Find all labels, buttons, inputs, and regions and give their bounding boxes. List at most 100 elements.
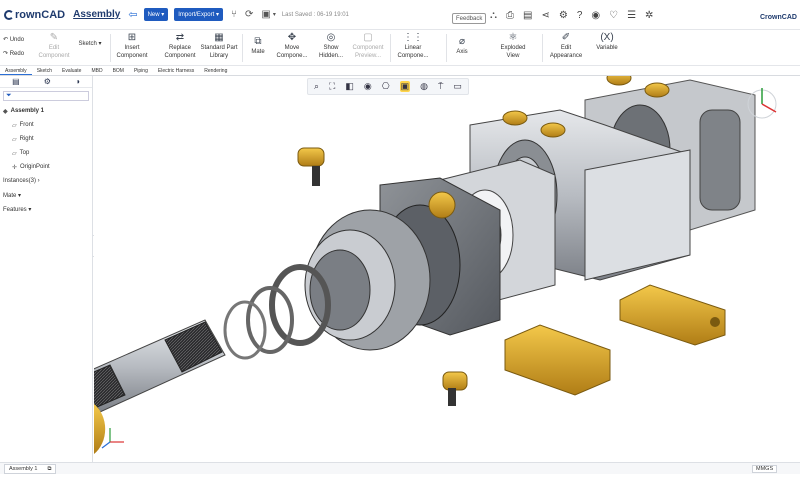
component-preview-button[interactable]: ▢ Component Preview...	[350, 32, 386, 60]
tab-assembly[interactable]: Assembly	[0, 66, 32, 75]
redo-icon: ↷	[3, 51, 10, 57]
tree-section-features[interactable]: Features ▾	[0, 202, 92, 216]
feature-tree-panel: ▤ ⚙ ◑ ⏷ ◆ Assembly 1 ▱ Front ▱ Right ▱ Top ✛…	[0, 76, 93, 462]
insert-component-button[interactable]: ⊞ Insert Component	[113, 32, 151, 60]
brand-small[interactable]: CrownCAD	[760, 14, 797, 21]
mate-button[interactable]: ⧉ Mate	[246, 36, 270, 56]
variable-button[interactable]: (X) Variable	[592, 32, 622, 52]
light-icon[interactable]: ◍	[420, 81, 428, 92]
tree-section-instances[interactable]: Instances(3) ›	[0, 174, 92, 188]
tree-root-assembly[interactable]: ◆ Assembly 1	[0, 104, 92, 118]
plane-icon: ▱	[12, 122, 17, 129]
undo-button[interactable]: ↶ Undo	[3, 33, 24, 47]
replace-icon: ⇄	[175, 32, 185, 43]
tab-electric-harness[interactable]: Electric Harness	[153, 66, 199, 75]
tool-icon[interactable]: ⍑	[438, 81, 443, 92]
library-icon: ▦	[214, 32, 224, 43]
footer-strip	[0, 474, 800, 500]
list-icon[interactable]: ☰	[627, 10, 636, 21]
network-icon[interactable]: ⛬	[490, 10, 497, 21]
linear-pattern-icon: ⋮⋮	[403, 32, 423, 43]
palette-icon[interactable]: ◉	[591, 10, 600, 21]
units-selector[interactable]: MMGS	[752, 465, 778, 473]
like-icon[interactable]: ♡	[609, 10, 618, 21]
exploded-view-button[interactable]: ⚛ Exploded View	[496, 32, 530, 60]
save-icon[interactable]: ▣	[261, 9, 270, 20]
show-hidden-button[interactable]: ◎ Show Hidden...	[314, 32, 348, 60]
edit-component-button[interactable]: ✎ Edit Component	[38, 32, 70, 60]
mate-icon: ⧉	[254, 36, 262, 47]
copy-tab-icon[interactable]: ⧉	[47, 466, 51, 473]
tree-item-front[interactable]: ▱ Front	[0, 118, 92, 132]
tab-sketch[interactable]: Sketch	[32, 66, 57, 75]
tab-bom[interactable]: BOM	[108, 66, 129, 75]
3d-viewport[interactable]: ⌕ ⛶ ◧ ◉ ⎔ ▣ ◍ ⍑ ▭	[94, 76, 800, 462]
display-style-icon[interactable]: ◉	[364, 81, 372, 92]
tab-piping[interactable]: Piping	[129, 66, 153, 75]
variable-icon: (X)	[600, 32, 614, 43]
section-view-icon[interactable]: ⎔	[382, 81, 390, 92]
tree-section-mate[interactable]: Mate ▾	[0, 188, 92, 202]
ribbon: ↶ Undo ↷ Redo ✎ Edit Component Sketch ▾ ⊞…	[0, 30, 800, 66]
image-icon[interactable]: ▤	[523, 10, 532, 21]
linear-component-button[interactable]: ⋮⋮ Linear Compone...	[394, 32, 432, 60]
document-tab[interactable]: Assembly 1 ⧉	[4, 464, 57, 474]
edit-component-icon: ✎	[49, 32, 59, 43]
origin-icon: ✛	[12, 164, 18, 171]
thumb-screw-3[interactable]	[428, 191, 456, 219]
eye-icon: ◎	[326, 32, 336, 43]
tab-bar: Assembly Sketch Evaluate MBD BOM Piping …	[0, 66, 800, 76]
share-icon[interactable]: ⋖	[541, 10, 549, 21]
tab-mbd[interactable]: MBD	[86, 66, 107, 75]
redo-button[interactable]: ↷ Redo	[3, 47, 24, 61]
axis-triad-icon	[101, 428, 124, 449]
edit-appearance-button[interactable]: ✐ Edit Appearance	[546, 32, 586, 60]
brass-block-left[interactable]	[504, 324, 611, 396]
tree-item-right[interactable]: ▱ Right	[0, 132, 92, 146]
feedback-button[interactable]: Feedback	[452, 13, 487, 24]
tree-icon[interactable]: ▤	[12, 77, 20, 86]
gear-icon[interactable]: ⚙	[559, 10, 568, 21]
document-title[interactable]: Assembly	[73, 9, 120, 20]
branch-icon[interactable]: ⑂	[231, 9, 237, 20]
sketch-button[interactable]: Sketch ▾	[74, 40, 106, 48]
help-icon[interactable]: ?	[577, 10, 583, 21]
tree-item-top[interactable]: ▱ Top	[0, 146, 92, 160]
thumb-screw-2[interactable]	[442, 371, 468, 406]
app-logo[interactable]: rownCAD	[4, 9, 65, 21]
app-brand: rownCAD	[15, 8, 66, 21]
move-icon: ✥	[287, 32, 297, 43]
zoom-icon[interactable]: ⌕	[314, 81, 319, 92]
tab-rendering[interactable]: Rendering	[199, 66, 232, 75]
back-arrow-icon[interactable]: ⇦	[128, 8, 137, 21]
view-toolbar: ⌕ ⛶ ◧ ◉ ⎔ ▣ ◍ ⍑ ▭	[307, 78, 469, 95]
tree-filter-input[interactable]: ⏷	[3, 91, 89, 101]
plane-icon: ▱	[12, 136, 17, 143]
exploded-assembly-model[interactable]	[94, 76, 800, 462]
standard-part-library-button[interactable]: ▦ Standard Part Library	[200, 32, 238, 60]
undo-icon: ↶	[3, 37, 10, 43]
tab-evaluate[interactable]: Evaluate	[57, 66, 86, 75]
axis-button[interactable]: ⌀ Axis	[450, 36, 474, 56]
thumb-screw-1[interactable]	[297, 147, 325, 186]
document-tab-label: Assembly 1	[9, 466, 38, 472]
knurled-shaft[interactable]	[94, 319, 226, 413]
print-icon[interactable]: ⎙	[506, 10, 514, 21]
monitor-icon[interactable]: ▭	[453, 81, 462, 92]
chevron-down-icon[interactable]: ▾	[273, 11, 276, 18]
new-button[interactable]: New ▾	[143, 8, 169, 21]
crown-logo-icon	[4, 9, 14, 20]
assembly-icon: ◆	[3, 108, 8, 115]
settings-icon[interactable]: ✲	[645, 10, 653, 21]
refresh-icon[interactable]: ⟳	[245, 9, 253, 20]
appearance-toggle-icon[interactable]: ▣	[399, 81, 411, 92]
import-export-button[interactable]: Import/Export ▾	[174, 8, 223, 21]
display-icon[interactable]: ◑	[75, 77, 80, 86]
tree-item-originpoint[interactable]: ✛ OriginPoint	[0, 160, 92, 174]
brass-block-right[interactable]	[619, 284, 726, 346]
view-orientation-icon[interactable]: ◧	[345, 81, 354, 92]
properties-icon[interactable]: ⚙	[44, 77, 51, 86]
move-component-button[interactable]: ✥ Move Compone...	[272, 32, 312, 60]
zoom-fit-icon[interactable]: ⛶	[329, 81, 335, 92]
replace-component-button[interactable]: ⇄ Replace Component	[160, 32, 200, 60]
